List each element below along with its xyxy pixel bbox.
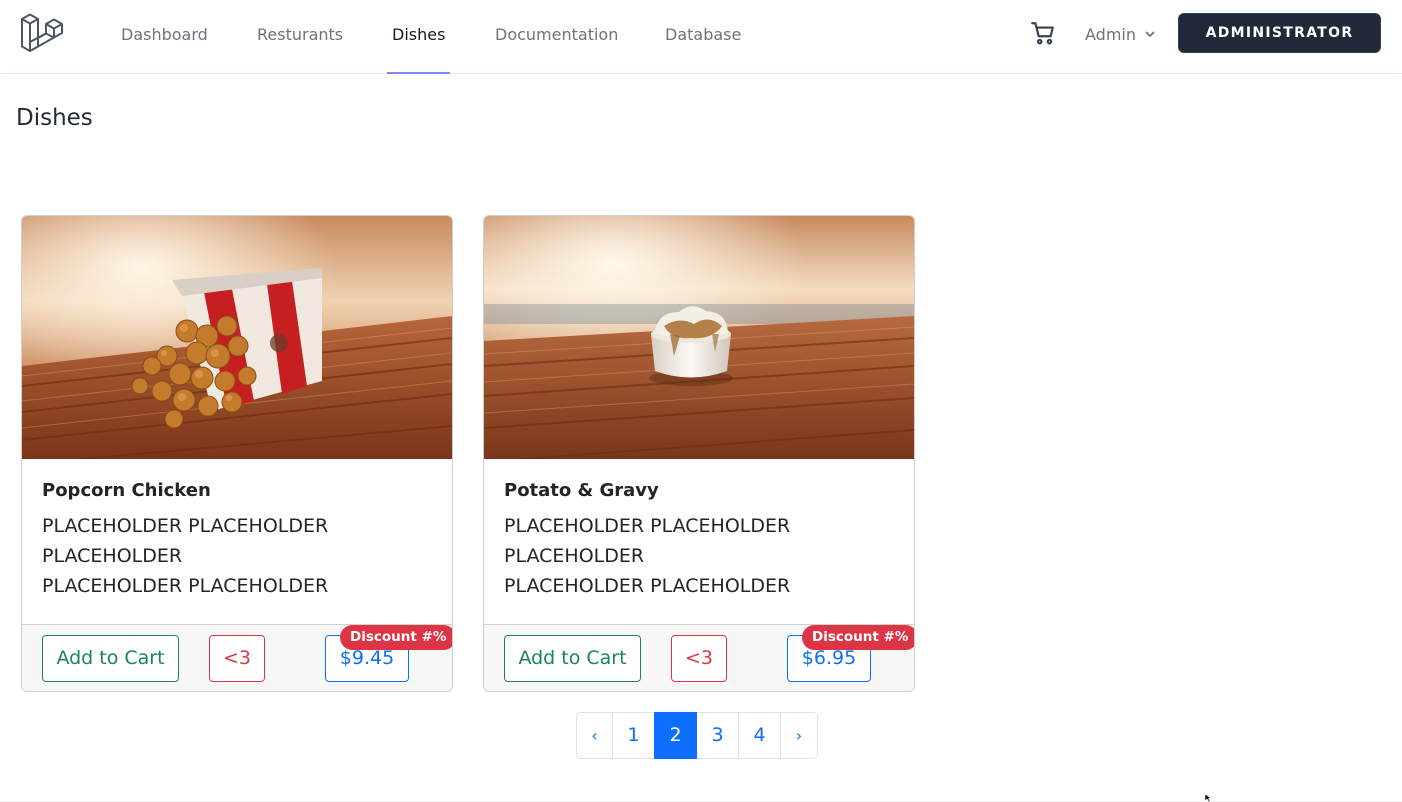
pagination-page-3[interactable]: 3 [696, 712, 739, 759]
discount-badge: Discount #% [340, 625, 452, 650]
add-to-cart-button[interactable]: Add to Cart [42, 635, 179, 682]
page-title: Dishes [16, 105, 93, 131]
dish-name: Potato & Gravy [504, 480, 659, 501]
dish-card-body: Popcorn Chicken PLACEHOLDER PLACEHOLDER … [22, 459, 452, 624]
dish-card-body: Potato & Gravy PLACEHOLDER PLACEHOLDER P… [484, 459, 914, 624]
dish-card: Popcorn Chicken PLACEHOLDER PLACEHOLDER … [21, 215, 453, 692]
nav-link-dashboard[interactable]: Dashboard [121, 0, 208, 74]
dish-card-footer: Add to Cart <3 $6.95 Discount #% [484, 624, 914, 691]
pagination-page-4[interactable]: 4 [738, 712, 781, 759]
nav-link-documentation[interactable]: Documentation [495, 0, 618, 74]
dish-card-footer: Add to Cart <3 $9.45 Discount #% [22, 624, 452, 691]
dish-description: PLACEHOLDER PLACEHOLDER PLACEHOLDER PLAC… [504, 511, 834, 601]
favorite-button[interactable]: <3 [671, 635, 727, 682]
nav-link-dishes[interactable]: Dishes [386, 0, 451, 74]
administrator-button[interactable]: ADMINISTRATOR [1178, 13, 1381, 53]
pagination-page-1[interactable]: 1 [612, 712, 655, 759]
dish-image [22, 216, 452, 459]
pagination-page-2[interactable]: 2 [654, 712, 697, 759]
dish-image [484, 216, 914, 459]
pagination-next-button[interactable]: › [780, 712, 818, 759]
shopping-cart-icon[interactable] [1030, 20, 1056, 46]
nav-link-resturants[interactable]: Resturants [257, 0, 343, 74]
description-line: PLACEHOLDER PLACEHOLDER [42, 515, 329, 537]
page-header: Dishes [0, 74, 1402, 165]
description-line: PLACEHOLDER PLACEHOLDER [504, 575, 791, 597]
dish-card: Potato & Gravy PLACEHOLDER PLACEHOLDER P… [483, 215, 915, 692]
add-to-cart-button[interactable]: Add to Cart [504, 635, 641, 682]
user-name: Admin [1085, 24, 1136, 44]
description-line: PLACEHOLDER PLACEHOLDER [504, 515, 791, 537]
description-line: PLACEHOLDER [504, 545, 645, 567]
favorite-button[interactable]: <3 [209, 635, 265, 682]
discount-badge: Discount #% [802, 625, 914, 650]
chevron-down-icon [1145, 31, 1155, 37]
description-line: PLACEHOLDER [42, 545, 183, 567]
pagination: ‹ 1 2 3 4 › [576, 712, 818, 759]
description-line: PLACEHOLDER PLACEHOLDER [42, 575, 329, 597]
laravel-logo-icon[interactable] [20, 11, 66, 55]
top-navbar: Dashboard Resturants Dishes Documentatio… [0, 0, 1402, 74]
pagination-prev-button[interactable]: ‹ [576, 712, 613, 759]
nav-link-database[interactable]: Database [665, 0, 741, 74]
dish-name: Popcorn Chicken [42, 480, 211, 501]
dish-description: PLACEHOLDER PLACEHOLDER PLACEHOLDER PLAC… [42, 511, 372, 601]
user-dropdown[interactable]: Admin [1085, 22, 1156, 46]
